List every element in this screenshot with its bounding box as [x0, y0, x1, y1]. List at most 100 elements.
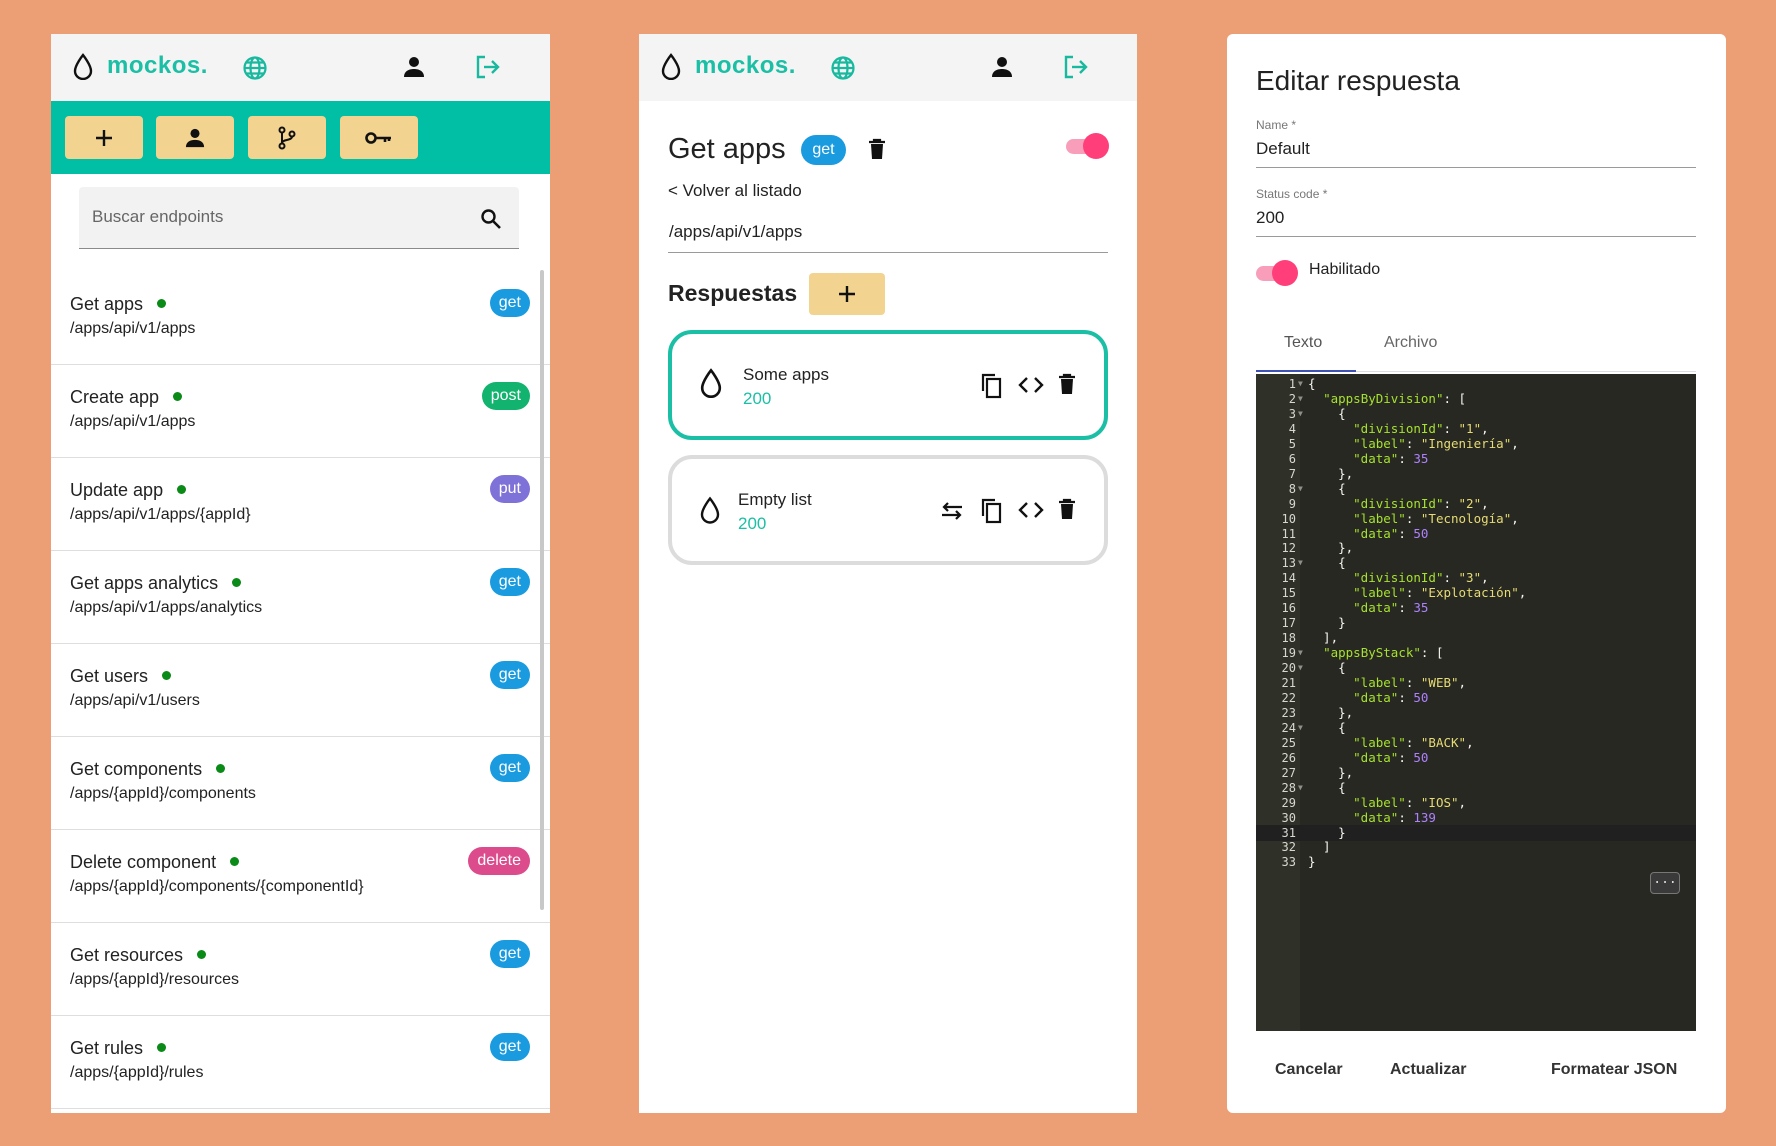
method-badge: post	[481, 382, 530, 410]
logout-icon[interactable]	[1063, 55, 1089, 79]
endpoint-name-text: Get apps analytics	[70, 573, 219, 593]
method-badge: put	[489, 475, 530, 503]
endpoint-name: Get rules	[70, 1038, 167, 1059]
brand[interactable]: mockos.	[661, 52, 796, 80]
endpoint-path: /apps/api/v1/apps	[70, 320, 196, 337]
endpoint-name-text: Create app	[70, 387, 160, 407]
endpoint-name-text: Get users	[70, 666, 149, 686]
copy-icon[interactable]	[979, 498, 1003, 524]
endpoint-path: /apps/{appId}/resources	[70, 971, 240, 988]
endpoint-row[interactable]: Create app/apps/api/v1/apps post	[51, 365, 550, 458]
response-status: 200	[743, 389, 772, 408]
trash-icon[interactable]	[1058, 498, 1076, 520]
endpoint-path: /apps/api/v1/users	[70, 692, 200, 709]
status-code-input[interactable]: 200	[1256, 208, 1696, 237]
copy-icon[interactable]	[979, 373, 1003, 399]
code-line[interactable]: 33}	[1256, 854, 1696, 871]
response-card[interactable]: Some apps 200	[668, 330, 1108, 440]
endpoint-row[interactable]: Get apps/apps/api/v1/apps get	[51, 272, 550, 365]
endpoint-row[interactable]: Delete component/apps/{appId}/components…	[51, 830, 550, 923]
active-tab-indicator	[1256, 370, 1356, 372]
endpoint-path: /apps/{appId}/components	[70, 785, 256, 802]
plus-icon	[96, 129, 112, 146]
branch-icon	[278, 126, 296, 149]
endpoint-row[interactable]: Get rules/apps/{appId}/rules get	[51, 1016, 550, 1109]
responses-heading: Respuestas	[668, 280, 798, 306]
person-icon[interactable]	[991, 56, 1013, 78]
plus-icon	[839, 286, 855, 302]
endpoint-path: /apps/api/v1/apps	[70, 413, 196, 430]
app-header: mockos.	[639, 34, 1137, 101]
endpoint-path: /apps/{appId}/components/{componentId}	[70, 878, 364, 895]
endpoint-name-text: Get apps	[70, 294, 144, 314]
path-input[interactable]: /apps/api/v1/apps	[668, 222, 1108, 253]
status-dot	[197, 949, 207, 959]
editor-more-button[interactable]: ...	[1650, 872, 1680, 894]
method-badge: get	[489, 568, 530, 596]
endpoint-name-text: Get components	[70, 759, 203, 779]
search-field[interactable]: Buscar endpoints	[79, 187, 519, 249]
globe-icon[interactable]	[830, 55, 856, 81]
response-card[interactable]: Empty list 200	[668, 455, 1108, 565]
method-badge: get	[489, 940, 530, 968]
endpoint-name-text: Get rules	[70, 1038, 144, 1058]
key-icon	[365, 131, 391, 144]
back-to-list-link[interactable]: < Volver al listado	[668, 181, 802, 201]
endpoint-row[interactable]: Update app/apps/api/v1/apps/{appId} put	[51, 458, 550, 551]
add-response-button[interactable]	[809, 273, 885, 315]
endpoint-name: Get components	[70, 759, 226, 780]
line-number: 33	[1281, 855, 1296, 870]
format-json-button[interactable]: Formatear JSON	[1551, 1061, 1677, 1079]
search-icon[interactable]	[480, 208, 502, 230]
endpoint-name: Delete component	[70, 852, 240, 873]
action-toolbar	[51, 101, 550, 174]
users-button[interactable]	[156, 116, 234, 159]
endpoint-detail-panel: mockos. Get apps get < Volver al listado…	[639, 34, 1137, 1113]
add-endpoint-button[interactable]	[65, 116, 143, 159]
tab-file[interactable]: Archivo	[1384, 334, 1437, 352]
endpoint-name: Get resources	[70, 945, 207, 966]
endpoint-row[interactable]: Get apps analytics/apps/api/v1/apps/anal…	[51, 551, 550, 644]
branch-button[interactable]	[248, 116, 326, 159]
endpoint-list-panel: mockos. Buscar endpoints Get apps/apps/a…	[51, 34, 550, 1113]
person-icon[interactable]	[403, 56, 425, 78]
name-input[interactable]: Default	[1256, 139, 1696, 168]
key-button[interactable]	[340, 116, 418, 159]
endpoint-name: Get apps analytics	[70, 573, 242, 594]
code-text: }	[1308, 854, 1316, 870]
trash-icon[interactable]	[1058, 373, 1076, 395]
status-dot	[177, 484, 187, 494]
endpoint-name: Get users	[70, 666, 172, 687]
method-badge: get	[489, 289, 530, 317]
endpoint-row[interactable]: Get resources/apps/{appId}/resources get	[51, 923, 550, 1016]
endpoint-row[interactable]: Get users/apps/api/v1/users get	[51, 644, 550, 737]
brand[interactable]: mockos.	[73, 52, 208, 80]
drop-icon	[700, 496, 720, 524]
list-scrollbar[interactable]	[540, 270, 544, 910]
status-dot	[232, 577, 242, 587]
swap-icon[interactable]	[940, 502, 964, 520]
search-input[interactable]: Buscar endpoints	[92, 207, 223, 227]
edit-response-dialog: Editar respuesta Name * Default Status c…	[1227, 34, 1726, 1113]
endpoint-path: /apps/api/v1/apps/analytics	[70, 599, 263, 616]
status-dot	[173, 391, 183, 401]
endpoint-path: /apps/api/v1/apps/{appId}	[70, 506, 251, 523]
method-badge: get	[801, 135, 846, 165]
endpoint-title: Get apps	[668, 133, 786, 165]
code-icon[interactable]	[1018, 375, 1044, 395]
endpoint-row[interactable]: Get components/apps/{appId}/components ge…	[51, 737, 550, 830]
trash-icon[interactable]	[868, 138, 886, 160]
status-dot	[157, 1042, 167, 1052]
method-badge: get	[489, 1033, 530, 1061]
tab-text[interactable]: Texto	[1284, 334, 1322, 352]
globe-icon[interactable]	[242, 55, 268, 81]
code-icon[interactable]	[1018, 500, 1044, 520]
cancel-button[interactable]: Cancelar	[1275, 1061, 1343, 1079]
name-label: Name *	[1256, 118, 1297, 132]
update-button[interactable]: Actualizar	[1390, 1061, 1466, 1079]
drop-icon	[661, 52, 681, 80]
json-editor[interactable]: ... 1 ▼{2 ▼ "appsByDivision": [3 ▼ {4 "divi…	[1256, 374, 1696, 1031]
status-code-label: Status code *	[1256, 187, 1328, 201]
logout-icon[interactable]	[475, 55, 501, 79]
enabled-label: Habilitado	[1309, 261, 1381, 278]
